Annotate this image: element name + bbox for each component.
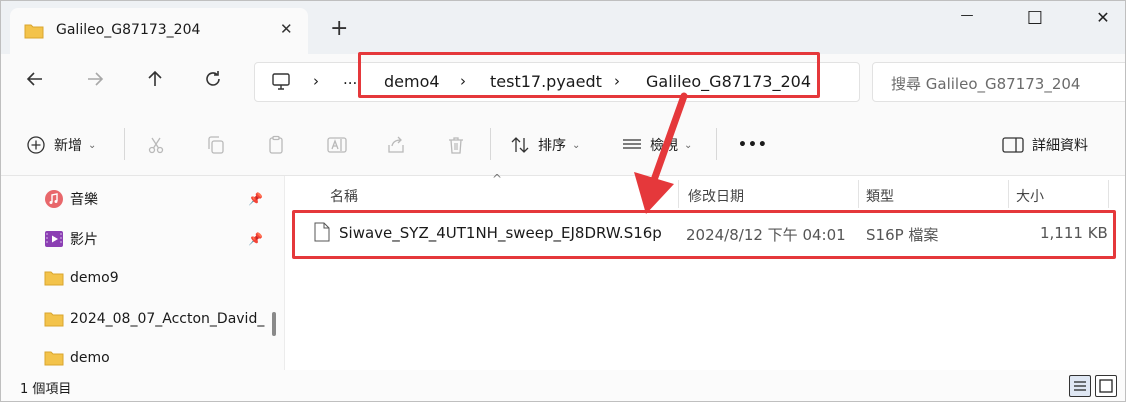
sidebar-item-label: 影片 [70, 232, 98, 248]
copy-icon [208, 136, 224, 154]
sidebar-item-label: demo9 [70, 270, 119, 286]
toolbar-divider [490, 128, 491, 160]
sort-ascending-icon: ^ [492, 172, 503, 186]
sidebar-item-demo9[interactable]: demo9 [44, 265, 119, 291]
paste-button[interactable] [266, 132, 286, 158]
navigation-pane: 音樂 📌 影片 📌 demo9 2024_08_07_Accton_David_… [0, 176, 284, 370]
sort-icon [511, 137, 529, 153]
more-icon: ••• [738, 137, 768, 153]
search-box[interactable]: 搜尋 Galileo_G87173_204 [872, 62, 1126, 102]
sidebar-item-label: 音樂 [70, 192, 98, 208]
details-view-icon [1074, 381, 1086, 391]
chevron-down-icon: ⌄ [88, 139, 97, 151]
details-pane-icon [1002, 137, 1024, 153]
address-separator-icon[interactable]: › [313, 72, 319, 90]
breadcrumb-galileo[interactable]: Galileo_G87173_204 [646, 72, 811, 91]
sidebar-scrollbar[interactable] [272, 312, 276, 336]
pane-splitter[interactable] [284, 176, 285, 370]
tab-close-icon[interactable]: ✕ [280, 20, 293, 38]
details-view-button[interactable] [1069, 375, 1091, 397]
video-icon [45, 231, 63, 247]
plus-circle-icon [27, 136, 45, 154]
breadcrumb-separator-icon[interactable]: › [614, 72, 620, 90]
address-overflow-button[interactable]: ... [343, 70, 357, 88]
refresh-button[interactable] [198, 68, 228, 98]
pin-icon[interactable]: 📌 [248, 232, 263, 246]
maximize-icon: ☐ [1026, 8, 1044, 29]
close-icon: ✕ [1096, 8, 1110, 27]
details-pane-button[interactable]: 詳細資料 [1002, 132, 1088, 158]
rename-button[interactable] [326, 132, 348, 158]
scissors-icon [148, 137, 164, 154]
new-button[interactable]: 新增 ⌄ [26, 132, 96, 158]
new-label: 新增 [54, 138, 82, 154]
file-name: Siwave_SYZ_4UT1NH_sweep_EJ8DRW.S16p [339, 224, 662, 242]
sort-button[interactable]: 排序 ⌄ [510, 132, 580, 158]
chevron-down-icon: ⌄ [572, 139, 581, 151]
delete-button[interactable] [446, 132, 466, 158]
forward-button[interactable] [80, 68, 110, 98]
sidebar-item-videos[interactable]: 影片 [44, 226, 98, 252]
rename-icon [327, 137, 347, 153]
trash-icon [449, 137, 463, 154]
tiles-view-icon [1099, 379, 1113, 393]
folder-icon [44, 351, 64, 366]
more-options-button[interactable]: ••• [738, 132, 768, 158]
status-bar: 1 個項目 [0, 370, 1126, 402]
breadcrumb-separator-icon[interactable]: › [460, 72, 466, 90]
command-bar: 新增 ⌄ 排序 ⌄ 檢視 ⌄ ••• 詳細資料 [0, 112, 1126, 176]
sidebar-item-label: demo [70, 350, 110, 366]
maximize-button[interactable]: ☐ [1012, 8, 1058, 32]
folder-icon [24, 24, 44, 39]
column-divider[interactable] [858, 180, 859, 208]
annotation-arrow [634, 92, 688, 214]
details-label: 詳細資料 [1032, 138, 1088, 154]
sort-label: 排序 [538, 138, 566, 154]
arrow-right-icon [88, 72, 104, 86]
sidebar-item-label: 2024_08_07_Accton_David_ [70, 311, 265, 327]
sidebar-item-music[interactable]: 音樂 [44, 186, 98, 212]
tab-galileo[interactable]: Galileo_G87173_204 ✕ [10, 8, 308, 54]
arrow-left-icon [26, 72, 42, 86]
back-button[interactable] [20, 68, 50, 98]
file-modified: 2024/8/12 下午 04:01 [686, 226, 846, 244]
file-size: 1,111 KB [1040, 224, 1108, 242]
file-icon [314, 222, 330, 242]
music-icon [45, 190, 63, 208]
new-tab-button[interactable]: + [330, 18, 348, 40]
copy-button[interactable] [206, 132, 226, 158]
sidebar-item-accton-david[interactable]: 2024_08_07_Accton_David_ [44, 306, 264, 332]
folder-icon [44, 271, 64, 286]
tab-title: Galileo_G87173_204 [56, 22, 201, 38]
breadcrumb-test17[interactable]: test17.pyaedt [490, 72, 602, 91]
pin-icon[interactable]: 📌 [248, 192, 263, 206]
toolbar-divider [716, 128, 717, 160]
item-count: 1 個項目 [20, 382, 72, 397]
folder-icon [44, 312, 64, 327]
file-type: S16P 檔案 [866, 226, 939, 244]
breadcrumb-demo4[interactable]: demo4 [384, 72, 440, 91]
toolbar-divider [124, 128, 125, 160]
up-button[interactable] [140, 68, 170, 98]
share-icon [388, 136, 404, 153]
refresh-icon [206, 71, 220, 86]
sidebar-item-demo[interactable]: demo [44, 345, 110, 371]
close-button[interactable]: ✕ [1080, 8, 1126, 32]
column-divider[interactable] [1008, 180, 1009, 208]
title-bar: Galileo_G87173_204 ✕ + — ☐ ✕ [0, 0, 1126, 54]
this-pc-icon [272, 73, 290, 90]
tiles-view-button[interactable] [1095, 375, 1117, 397]
search-input[interactable]: 搜尋 Galileo_G87173_204 [891, 73, 1080, 94]
minimize-icon: — [960, 8, 974, 23]
cut-button[interactable] [146, 132, 166, 158]
minimize-button[interactable]: — [944, 8, 990, 32]
arrow-up-icon [148, 70, 162, 86]
share-button[interactable] [386, 132, 406, 158]
column-divider[interactable] [1108, 180, 1109, 208]
clipboard-icon [269, 135, 283, 154]
